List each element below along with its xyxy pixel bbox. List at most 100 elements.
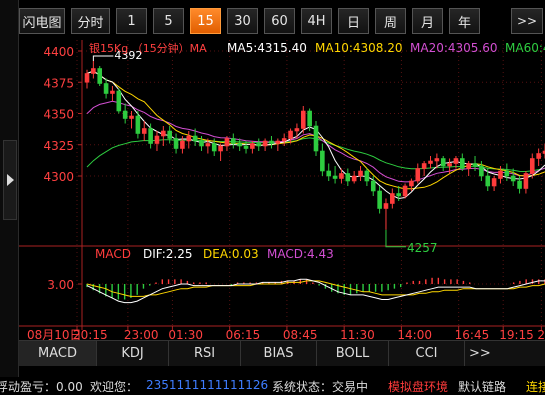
panel-toggle-button[interactable] <box>3 140 17 220</box>
candle-body <box>364 170 370 182</box>
candle-body <box>275 140 281 144</box>
period-button-0[interactable]: 闪电图 <box>19 8 65 34</box>
indicator-tab-rsi[interactable]: RSI <box>169 341 241 366</box>
candle-body <box>129 115 134 119</box>
candle-body <box>517 180 522 189</box>
candle-body <box>180 140 185 149</box>
x-tick-label: 20:15 <box>73 328 108 340</box>
connect-link[interactable]: 连接 <box>526 378 545 395</box>
indicator-tab-boll[interactable]: BOLL <box>317 341 389 366</box>
candle-body <box>294 128 300 132</box>
candle-body <box>409 180 414 187</box>
period-button-5[interactable]: 30 <box>227 8 258 34</box>
candle-body <box>377 190 382 209</box>
period-button-8[interactable]: 日 <box>338 8 369 34</box>
candle-body <box>466 163 471 169</box>
low-price-label: 4257 <box>407 241 438 255</box>
candle-body <box>91 68 96 74</box>
y-tick-label: 4375 <box>43 76 74 90</box>
candle-body <box>326 170 332 177</box>
candle-body <box>396 193 401 197</box>
indicator-tabs: MACD KDJ RSI BIAS BOLL CCI >> <box>19 340 545 366</box>
candle-body <box>110 90 115 94</box>
macd-legend-3: MACD:4.43 <box>267 247 334 261</box>
candle-body <box>428 160 433 164</box>
x-tick-label: 06:15 <box>226 328 261 340</box>
ma-legend-3: MA60:4 <box>505 41 545 55</box>
macd-legend-1: DIF:2.25 <box>143 247 193 261</box>
ma-legend-0: MA5:4315.40 <box>227 41 307 55</box>
welcome-label: 欢迎您： <box>90 380 139 394</box>
candle-body <box>402 185 408 197</box>
candle-body <box>529 158 535 174</box>
indicator-tab-cci[interactable]: CCI <box>389 341 465 366</box>
candle-body <box>300 110 306 129</box>
period-button-10[interactable]: 月 <box>412 8 443 34</box>
candle-body <box>332 175 338 179</box>
candle-body <box>536 153 541 159</box>
candle-body <box>167 130 172 139</box>
indicator-tab-bias[interactable]: BIAS <box>241 341 317 366</box>
candle-body <box>383 203 389 209</box>
candle-body <box>205 143 211 147</box>
period-button-11[interactable]: 年 <box>449 8 480 34</box>
candle-body <box>141 128 147 134</box>
x-tick-label: 22:00 <box>537 328 545 340</box>
candle-body <box>498 170 503 179</box>
candle-body <box>211 143 217 152</box>
period-button-3[interactable]: 5 <box>153 8 184 34</box>
candle-body <box>288 130 293 139</box>
candle-body <box>199 140 204 147</box>
x-tick-label: 14:00 <box>397 328 432 340</box>
candle-body <box>103 83 109 94</box>
candle-body <box>313 125 319 152</box>
period-toolbar: 闪电图 分时 1 5 15 30 60 4H 日周月年 <box>19 8 486 34</box>
candle-body <box>116 90 122 112</box>
candle-body <box>339 173 344 179</box>
profit-status: 浮动盈亏：0.00 <box>0 380 83 394</box>
candle-body <box>192 135 198 142</box>
y-tick-label: 4350 <box>43 108 74 122</box>
candle-body <box>421 163 427 169</box>
candle-body <box>523 173 529 189</box>
candle-body <box>440 158 446 167</box>
period-more-button[interactable]: >> <box>511 8 543 34</box>
period-button-7[interactable]: 4H <box>301 8 332 34</box>
period-button-9[interactable]: 周 <box>375 8 406 34</box>
candle-body <box>250 143 255 149</box>
candle-body <box>135 115 141 134</box>
candle-body <box>161 130 166 137</box>
indicator-tab-macd[interactable]: MACD <box>19 341 97 366</box>
account-number: 2351111111111126 <box>146 378 269 392</box>
candle-body <box>231 138 236 144</box>
x-tick-label: 19:15 <box>499 328 534 340</box>
candle-body <box>269 140 274 144</box>
low-marker-line <box>385 229 406 248</box>
period-button-6[interactable]: 60 <box>264 8 295 34</box>
candle-body <box>434 158 440 162</box>
x-tick-label: 01:30 <box>168 328 203 340</box>
indicator-tab-kdj[interactable]: KDJ <box>97 341 169 366</box>
candle-body <box>390 193 395 204</box>
candle-body <box>237 143 242 147</box>
default-link[interactable]: 默认链路 <box>458 378 506 395</box>
environment-mode: 模拟盘环境 <box>388 380 449 394</box>
candle-body <box>460 158 465 169</box>
candle-body <box>256 143 262 147</box>
y-tick-label: 4325 <box>43 139 74 153</box>
candle-body <box>358 170 363 177</box>
macd-legend-0: MACD <box>95 247 131 261</box>
kline-chart[interactable]: 4400437543504325430008月10日20:15 23:00 01:3… <box>19 36 545 340</box>
triangle-right-icon <box>7 174 14 186</box>
candle-body <box>370 180 376 192</box>
macd-y-tick-label: 3.00 <box>47 278 74 292</box>
candle-body <box>351 175 357 182</box>
period-button-1[interactable]: 分时 <box>71 8 110 34</box>
high-marker-line <box>92 55 114 61</box>
candle-body <box>97 68 103 84</box>
macd-chart-layer <box>78 277 545 304</box>
period-button-4[interactable]: 15 <box>190 8 221 34</box>
period-button-2[interactable]: 1 <box>116 8 147 34</box>
candle-body <box>320 150 325 172</box>
indicator-more-button[interactable]: >> <box>465 341 545 366</box>
